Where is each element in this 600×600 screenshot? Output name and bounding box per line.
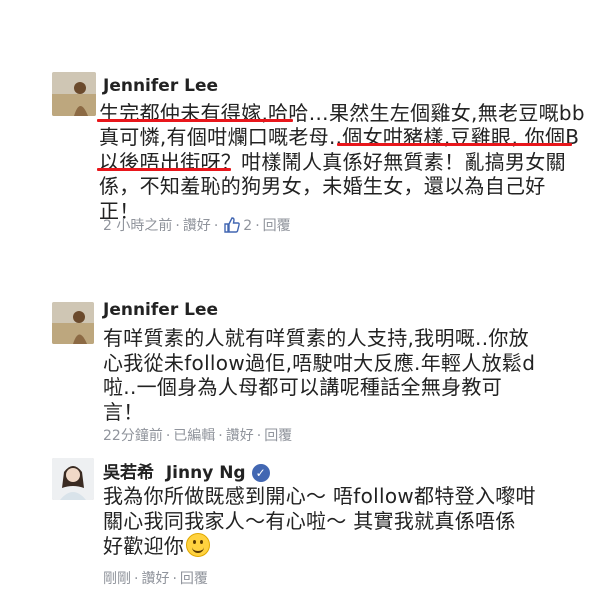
avatar[interactable] <box>52 458 94 500</box>
reply-link[interactable]: 回覆 <box>180 568 208 588</box>
like-link[interactable]: 讚好 <box>141 568 169 588</box>
timestamp[interactable]: 22分鐘前 <box>103 425 163 445</box>
like-link[interactable]: 讚好 <box>226 425 254 445</box>
reply-link[interactable]: 回覆 <box>263 215 291 235</box>
edited-label[interactable]: 已編輯 <box>173 425 215 445</box>
like-link[interactable]: 讚好 <box>183 215 211 235</box>
comment-text-line: 係，不知羞恥的狗男女，未婚生女，還以為自己好 <box>99 174 546 198</box>
avatar-photo <box>52 458 94 500</box>
thumbs-up-icon[interactable] <box>224 217 241 237</box>
avatar-photo <box>52 72 96 116</box>
avatar[interactable] <box>52 302 94 344</box>
comment-meta: 剛剛 · 讚好 · 回覆 <box>103 568 208 588</box>
comment-text-line: 啦..一個身為人母都可以講呢種話全無身教可 <box>103 375 503 399</box>
avatar[interactable] <box>52 72 96 116</box>
comment-text: 好歡迎你 <box>103 534 185 558</box>
highlight-underline <box>97 168 231 171</box>
smile-emoji-icon <box>186 533 211 557</box>
comment-meta: 22分鐘前 · 已編輯 · 讚好 · 回覆 <box>103 425 292 445</box>
timestamp[interactable]: 剛剛 <box>103 568 131 588</box>
author-name[interactable]: Jennifer Lee <box>103 300 218 320</box>
reply-link[interactable]: 回覆 <box>264 425 292 445</box>
like-count: 2 <box>243 218 253 234</box>
comment-text-line: 好歡迎你 <box>103 530 211 559</box>
timestamp[interactable]: 2 小時之前 <box>103 215 172 235</box>
avatar-photo <box>52 302 94 344</box>
author-name[interactable]: Jennifer Lee <box>103 76 218 96</box>
highlight-underline <box>97 119 293 122</box>
comment-text-line: 言！ <box>103 400 144 424</box>
comment-meta: 2 小時之前 · 讚好 · 2 · 回覆 <box>103 215 291 237</box>
highlight-underline <box>337 143 572 146</box>
